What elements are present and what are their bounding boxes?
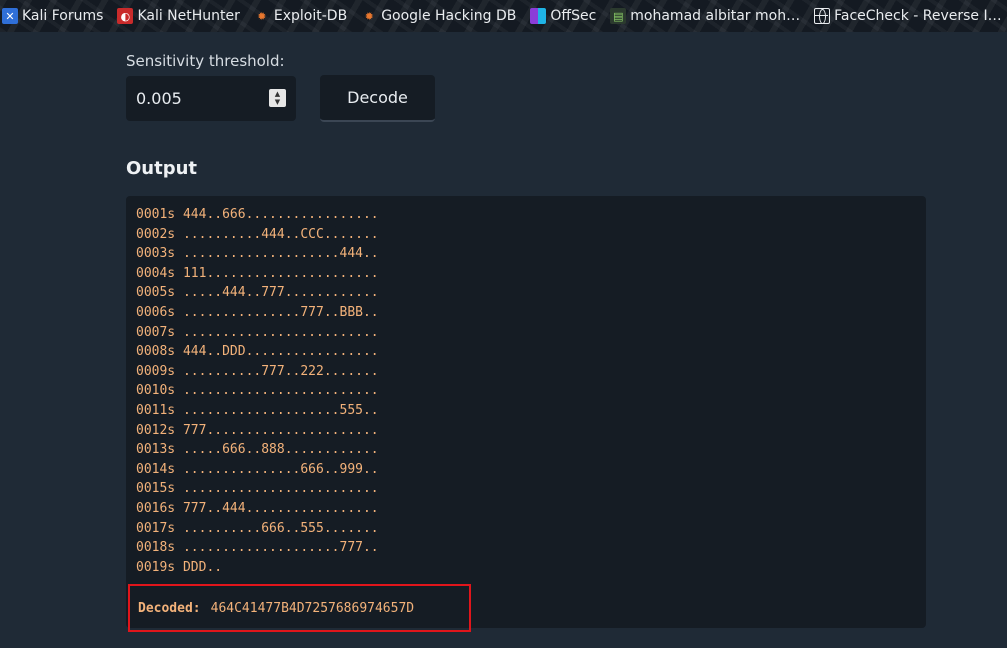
output-line: 0004s 111...................... bbox=[136, 265, 379, 281]
output-line: 0005s .....444..777............ bbox=[136, 285, 379, 301]
bookmark-facecheck[interactable]: FaceCheck - Reverse I… bbox=[814, 2, 1007, 30]
number-spinner[interactable]: ▲ ▼ bbox=[269, 89, 286, 107]
bookmark-kali-forums[interactable]: ✕ Kali Forums bbox=[2, 2, 109, 30]
output-line: 0015s ......................... bbox=[136, 481, 379, 497]
globe-icon bbox=[814, 8, 831, 24]
bookmark-profile[interactable]: ▤ mohamad albitar moh… bbox=[610, 2, 806, 30]
kali-nethunter-icon: ◐ bbox=[117, 8, 134, 24]
bookmark-label: Kali NetHunter bbox=[137, 8, 240, 24]
decode-button[interactable]: Decode bbox=[320, 75, 435, 122]
kali-forums-icon: ✕ bbox=[2, 8, 18, 24]
bookmark-label: Kali Forums bbox=[22, 8, 104, 24]
sensitivity-input[interactable] bbox=[136, 89, 256, 108]
output-line: 0018s ....................777.. bbox=[136, 540, 379, 556]
spinner-up-icon[interactable]: ▲ bbox=[275, 90, 280, 98]
bookmark-label: Google Hacking DB bbox=[381, 8, 517, 24]
output-line: 0006s ...............777..BBB.. bbox=[136, 304, 379, 320]
output-line: 0011s ....................555.. bbox=[136, 402, 379, 418]
output-line: 0016s 777..444................. bbox=[136, 500, 379, 516]
decoded-result-highlight: Decoded: 464C41477B4D7257686974657D bbox=[128, 584, 471, 632]
bookmark-exploit-db[interactable]: ✹ Exploit-DB bbox=[254, 2, 353, 30]
bookmark-label: mohamad albitar moh… bbox=[630, 8, 801, 24]
output-line: 0012s 777...................... bbox=[136, 422, 379, 438]
decoded-value: 464C41477B4D7257686974657D bbox=[210, 600, 415, 616]
exploit-db-icon: ✹ bbox=[257, 9, 267, 23]
bookmark-kali-nethunter[interactable]: ◐ Kali NetHunter bbox=[117, 2, 245, 30]
offsec-icon bbox=[530, 8, 547, 24]
decoded-label: Decoded: bbox=[138, 600, 201, 616]
bookmark-google-hacking-db[interactable]: ✹ Google Hacking DB bbox=[361, 2, 522, 30]
output-line: 0019s DDD.. bbox=[136, 559, 223, 575]
sensitivity-label: Sensitivity threshold: bbox=[126, 52, 285, 70]
spinner-down-icon[interactable]: ▼ bbox=[275, 98, 280, 106]
output-panel: 0001s 444..666................. 0002s ..… bbox=[126, 196, 926, 632]
output-line: 0009s ..........777..222....... bbox=[136, 363, 379, 379]
sensitivity-input-wrapper: ▲ ▼ bbox=[126, 76, 296, 121]
bookmark-label: Exploit-DB bbox=[273, 8, 348, 24]
output-line: 0001s 444..666................. bbox=[136, 207, 379, 222]
bookmark-label: OffSec bbox=[550, 8, 597, 24]
output-line: 0008s 444..DDD................. bbox=[136, 344, 379, 360]
google-hacking-db-icon: ✹ bbox=[364, 9, 374, 23]
output-line: 0013s .....666..888............ bbox=[136, 442, 379, 458]
output-line: 0007s ......................... bbox=[136, 324, 379, 340]
output-line: 0002s ..........444..CCC....... bbox=[136, 226, 379, 242]
bookmark-label: FaceCheck - Reverse I… bbox=[834, 8, 1002, 24]
bookmarks-toolbar: ✕ Kali Forums ◐ Kali NetHunter ✹ Exploit… bbox=[0, 0, 1007, 32]
bookmark-offsec[interactable]: OffSec bbox=[530, 2, 602, 30]
output-title: Output bbox=[126, 158, 198, 179]
output-line: 0014s ...............666..999.. bbox=[136, 461, 379, 477]
output-line: 0010s ......................... bbox=[136, 383, 379, 399]
profile-icon: ▤ bbox=[610, 8, 627, 24]
output-line: 0017s ..........666..555....... bbox=[136, 520, 379, 536]
output-line: 0003s ....................444.. bbox=[136, 246, 379, 262]
